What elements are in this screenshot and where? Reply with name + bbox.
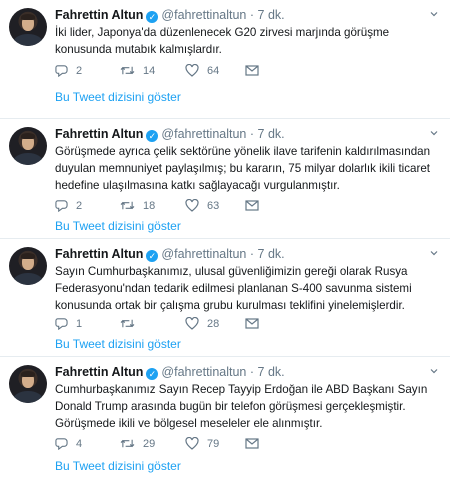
retweet-count: 18 (143, 199, 156, 212)
reply-button[interactable]: 1 (55, 317, 120, 330)
heart-icon (185, 317, 199, 330)
tweet-text: Görüşmede ayrıca çelik sektörüne yönelik… (55, 145, 431, 192)
reply-icon (55, 438, 68, 450)
retweet-button[interactable]: 29 (120, 437, 185, 450)
author-handle[interactable]: @fahrettinaltun (161, 365, 246, 379)
tweet-actions: 2 18 63 (55, 199, 265, 212)
retweet-icon (120, 66, 135, 75)
reply-button[interactable]: 4 (55, 437, 120, 450)
chevron-down-icon[interactable] (430, 367, 438, 375)
tweet[interactable]: Fahrettin Altun ✓ @fahrettinaltun · 7 dk. … (0, 239, 450, 357)
tweet-actions: 4 29 79 (55, 437, 265, 450)
retweet-count: 29 (143, 437, 156, 450)
like-button[interactable]: 63 (185, 199, 245, 212)
avatar[interactable] (9, 8, 47, 46)
tweet-timeline: Fahrettin Altun ✓ @fahrettinaltun · 7 dk. … (0, 0, 450, 477)
separator: · (249, 247, 255, 261)
separator: · (249, 8, 255, 22)
separator: · (249, 127, 255, 141)
envelope-icon (245, 65, 259, 76)
like-count: 28 (207, 317, 220, 330)
reply-count: 2 (76, 64, 83, 77)
timestamp[interactable]: 7 dk. (258, 247, 285, 261)
timestamp[interactable]: 7 dk. (258, 127, 285, 141)
like-button[interactable]: 79 (185, 437, 245, 450)
avatar[interactable] (9, 365, 47, 403)
verified-badge-icon: ✓ (146, 368, 159, 380)
reply-icon (55, 318, 68, 330)
envelope-icon (245, 200, 259, 211)
reply-icon (55, 200, 68, 212)
reply-button[interactable]: 2 (55, 64, 120, 77)
like-count: 79 (207, 437, 220, 450)
reply-count: 4 (76, 437, 83, 450)
avatar[interactable] (9, 247, 47, 285)
retweet-button[interactable]: 18 (120, 199, 185, 212)
reply-icon (55, 65, 68, 77)
reply-count: 1 (76, 317, 83, 330)
heart-icon (185, 64, 199, 77)
author-name[interactable]: Fahrettin Altun (55, 247, 143, 261)
reply-button[interactable]: 2 (55, 199, 120, 212)
chevron-down-icon[interactable] (430, 249, 438, 257)
tweet-actions: 2 14 64 (55, 64, 265, 77)
dm-button[interactable] (245, 65, 265, 76)
tweet-header: Fahrettin Altun ✓ @fahrettinaltun · 7 dk. (55, 127, 285, 142)
reply-count: 2 (76, 199, 83, 212)
like-count: 63 (207, 199, 220, 212)
retweet-count: 14 (143, 64, 156, 77)
author-handle[interactable]: @fahrettinaltun (161, 8, 246, 22)
retweet-icon (120, 319, 135, 328)
author-name[interactable]: Fahrettin Altun (55, 8, 143, 22)
dm-button[interactable] (245, 318, 265, 329)
avatar[interactable] (9, 127, 47, 165)
envelope-icon (245, 438, 259, 449)
verified-badge-icon: ✓ (146, 11, 159, 23)
author-name[interactable]: Fahrettin Altun (55, 365, 143, 379)
verified-badge-icon: ✓ (146, 250, 159, 262)
chevron-down-icon[interactable] (430, 10, 438, 18)
show-thread-link[interactable]: Bu Tweet dizisini göster (55, 459, 181, 473)
tweet[interactable]: Fahrettin Altun ✓ @fahrettinaltun · 7 dk. … (0, 119, 450, 239)
tweet-header: Fahrettin Altun ✓ @fahrettinaltun · 7 dk. (55, 247, 285, 262)
show-thread-link[interactable]: Bu Tweet dizisini göster (55, 219, 181, 233)
like-button[interactable]: 28 (185, 317, 245, 330)
retweet-icon (120, 439, 135, 448)
tweet[interactable]: Fahrettin Altun ✓ @fahrettinaltun · 7 dk. … (0, 0, 450, 119)
timestamp[interactable]: 7 dk. (258, 8, 285, 22)
chevron-down-icon[interactable] (430, 129, 438, 137)
verified-badge-icon: ✓ (146, 130, 159, 142)
tweet-header: Fahrettin Altun ✓ @fahrettinaltun · 7 dk. (55, 365, 285, 380)
tweet-text: Cumhurbaşkanımız Sayın Recep Tayyip Erdo… (55, 383, 428, 430)
tweet-header: Fahrettin Altun ✓ @fahrettinaltun · 7 dk. (55, 8, 285, 23)
author-handle[interactable]: @fahrettinaltun (161, 247, 246, 261)
tweet-actions: 1 28 (55, 317, 265, 330)
tweet[interactable]: Fahrettin Altun ✓ @fahrettinaltun · 7 dk. … (0, 357, 450, 477)
dm-button[interactable] (245, 438, 265, 449)
retweet-button[interactable] (120, 317, 185, 330)
author-name[interactable]: Fahrettin Altun (55, 127, 143, 141)
author-handle[interactable]: @fahrettinaltun (161, 127, 246, 141)
envelope-icon (245, 318, 259, 329)
retweet-icon (120, 201, 135, 210)
heart-icon (185, 437, 199, 450)
show-thread-link[interactable]: Bu Tweet dizisini göster (55, 337, 181, 351)
like-button[interactable]: 64 (185, 64, 245, 77)
dm-button[interactable] (245, 200, 265, 211)
heart-icon (185, 199, 199, 212)
tweet-text: İki lider, Japonya'da düzenlenecek G20 z… (55, 26, 390, 56)
timestamp[interactable]: 7 dk. (258, 365, 285, 379)
tweet-text: Sayın Cumhurbaşkanımız, ulusal güvenliği… (55, 265, 412, 312)
separator: · (249, 365, 255, 379)
like-count: 64 (207, 64, 220, 77)
retweet-button[interactable]: 14 (120, 64, 185, 77)
show-thread-link[interactable]: Bu Tweet dizisini göster (55, 90, 181, 104)
